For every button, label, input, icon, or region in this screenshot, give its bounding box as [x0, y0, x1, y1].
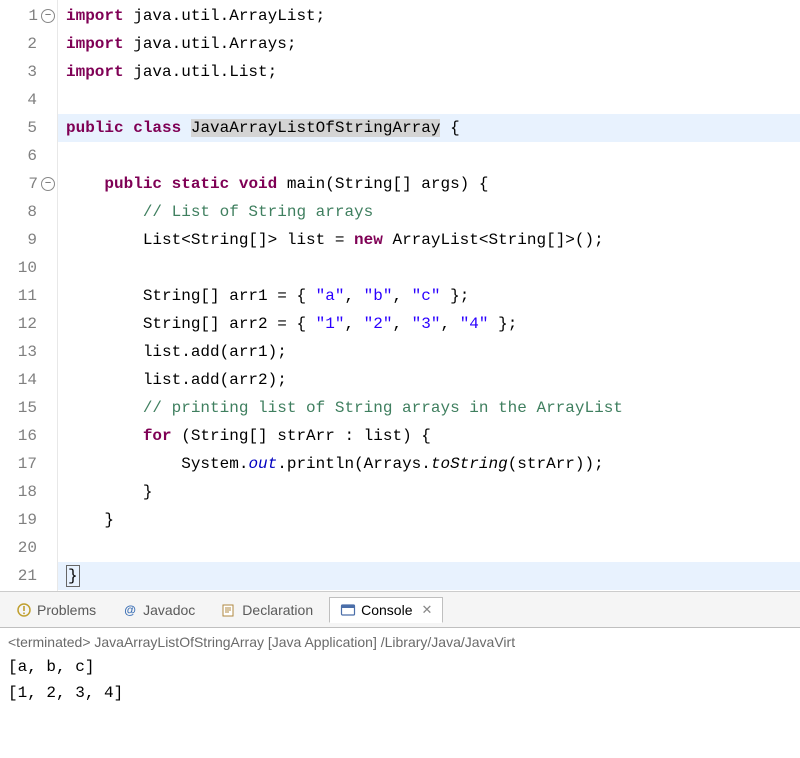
gutter-line: 3	[0, 58, 57, 86]
gutter-line: 15	[0, 394, 57, 422]
code-line[interactable]: // printing list of String arrays in the…	[58, 394, 800, 422]
tab-declaration-label: Declaration	[242, 602, 313, 618]
code-line[interactable]: import java.util.ArrayList;	[58, 2, 800, 30]
code-line[interactable]: import java.util.Arrays;	[58, 30, 800, 58]
view-tabs: Problems @ Javadoc Declaration Console ✕	[0, 592, 800, 628]
close-icon[interactable]: ✕	[418, 602, 433, 618]
declaration-icon	[221, 602, 237, 618]
gutter-line: 19	[0, 506, 57, 534]
gutter-line: 9	[0, 226, 57, 254]
code-line[interactable]: list.add(arr1);	[58, 338, 800, 366]
console-output: [a, b, c] [1, 2, 3, 4]	[0, 652, 800, 708]
code-line[interactable]: public class JavaArrayListOfStringArray …	[58, 114, 800, 142]
gutter-line: 20	[0, 534, 57, 562]
code-line[interactable]: List<String[]> list = new ArrayList<Stri…	[58, 226, 800, 254]
code-line[interactable]: list.add(arr2);	[58, 366, 800, 394]
tab-console-label: Console	[361, 602, 412, 618]
code-content[interactable]: import java.util.ArrayList;import java.u…	[58, 0, 800, 591]
gutter-line: 11	[0, 282, 57, 310]
code-line[interactable]	[58, 254, 800, 282]
code-line[interactable]	[58, 534, 800, 562]
gutter-line: 4	[0, 86, 57, 114]
tab-javadoc[interactable]: @ Javadoc	[112, 598, 205, 622]
gutter-line: 1−	[0, 2, 57, 30]
tab-console[interactable]: Console ✕	[329, 597, 443, 623]
code-line[interactable]: for (String[] strArr : list) {	[58, 422, 800, 450]
tab-javadoc-label: Javadoc	[143, 602, 195, 618]
gutter-line: 13	[0, 338, 57, 366]
gutter-line: 6	[0, 142, 57, 170]
console-icon	[340, 602, 356, 618]
gutter-line: 8	[0, 198, 57, 226]
tab-problems[interactable]: Problems	[6, 598, 106, 622]
javadoc-icon: @	[122, 602, 138, 618]
gutter-line: 14	[0, 366, 57, 394]
fold-toggle-icon[interactable]: −	[41, 177, 55, 191]
console-status: <terminated> JavaArrayListOfStringArray …	[0, 628, 800, 652]
fold-toggle-icon[interactable]: −	[41, 9, 55, 23]
console-line: [1, 2, 3, 4]	[8, 684, 123, 702]
problems-icon	[16, 602, 32, 618]
code-line[interactable]: String[] arr2 = { "1", "2", "3", "4" };	[58, 310, 800, 338]
line-number-gutter: 1−234567−89101112131415161718192021	[0, 0, 58, 591]
code-line[interactable]: }	[58, 478, 800, 506]
gutter-line: 17	[0, 450, 57, 478]
gutter-line: 2	[0, 30, 57, 58]
tab-problems-label: Problems	[37, 602, 96, 618]
gutter-line: 12	[0, 310, 57, 338]
gutter-line: 5	[0, 114, 57, 142]
gutter-line: 7−	[0, 170, 57, 198]
gutter-line: 16	[0, 422, 57, 450]
code-line[interactable]: // List of String arrays	[58, 198, 800, 226]
code-line[interactable]: }	[58, 506, 800, 534]
gutter-line: 18	[0, 478, 57, 506]
code-line[interactable]	[58, 86, 800, 114]
code-line[interactable]: String[] arr1 = { "a", "b", "c" };	[58, 282, 800, 310]
gutter-line: 10	[0, 254, 57, 282]
tab-declaration[interactable]: Declaration	[211, 598, 323, 622]
code-line[interactable]: }	[58, 562, 800, 590]
bottom-panel: Problems @ Javadoc Declaration Console ✕…	[0, 592, 800, 758]
gutter-line: 21	[0, 562, 57, 590]
code-editor[interactable]: 1−234567−89101112131415161718192021 impo…	[0, 0, 800, 592]
code-line[interactable]: public static void main(String[] args) {	[58, 170, 800, 198]
console-line: [a, b, c]	[8, 658, 94, 676]
code-line[interactable]: System.out.println(Arrays.toString(strAr…	[58, 450, 800, 478]
code-line[interactable]	[58, 142, 800, 170]
code-line[interactable]: import java.util.List;	[58, 58, 800, 86]
